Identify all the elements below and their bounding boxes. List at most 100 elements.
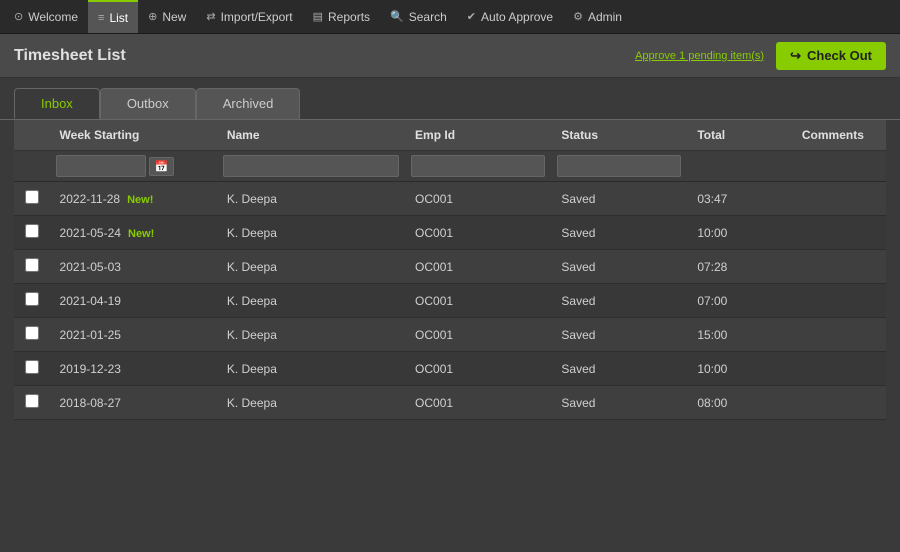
tab-outbox[interactable]: Outbox xyxy=(100,88,196,119)
row-week-starting: 2021-05-24 New! xyxy=(50,216,217,250)
nav-auto-approve[interactable]: ✔ Auto Approve xyxy=(457,0,563,33)
table-header-row: Week Starting Name Emp Id Status Total C… xyxy=(14,120,886,151)
row-week-starting: 2021-01-25 xyxy=(50,318,217,352)
nav-new[interactable]: ⊕ New xyxy=(138,0,196,33)
row-checkbox[interactable] xyxy=(25,360,39,374)
filter-status-cell xyxy=(551,151,687,182)
table-filter-row: 📅 xyxy=(14,151,886,182)
row-status: Saved xyxy=(551,216,687,250)
list-icon: ≡ xyxy=(98,12,104,24)
row-checkbox[interactable] xyxy=(25,292,39,306)
search-icon: 🔍 xyxy=(390,10,404,23)
filter-empid-input[interactable] xyxy=(411,155,545,177)
new-badge: New! xyxy=(125,228,154,240)
row-checkbox[interactable] xyxy=(25,394,39,408)
checkout-arrow-icon: ↪ xyxy=(790,48,801,64)
row-emp-id: OC001 xyxy=(405,284,551,318)
tab-outbox-label: Outbox xyxy=(127,96,169,111)
row-comments xyxy=(792,318,886,352)
checkout-button[interactable]: ↪ Check Out xyxy=(776,42,886,70)
row-name: K. Deepa xyxy=(217,284,405,318)
filter-total-cell xyxy=(687,151,792,182)
table-row: 2021-05-03K. DeepaOC001Saved07:28 xyxy=(14,250,886,284)
row-total: 10:00 xyxy=(687,216,792,250)
welcome-icon: ⊙ xyxy=(14,10,23,23)
row-comments xyxy=(792,352,886,386)
filter-name-input[interactable] xyxy=(223,155,399,177)
row-checkbox-cell xyxy=(14,182,50,216)
row-week-starting: 2021-04-19 xyxy=(50,284,217,318)
row-checkbox[interactable] xyxy=(25,258,39,272)
nav-list[interactable]: ≡ List xyxy=(88,0,138,33)
row-total: 08:00 xyxy=(687,386,792,420)
page-header: Timesheet List Approve 1 pending item(s)… xyxy=(0,34,900,78)
table-row: 2019-12-23K. DeepaOC001Saved10:00 xyxy=(14,352,886,386)
row-emp-id: OC001 xyxy=(405,216,551,250)
nav-welcome[interactable]: ⊙ Welcome xyxy=(4,0,88,33)
table-area: Week Starting Name Emp Id Status Total C… xyxy=(0,119,900,434)
nav-list-label: List xyxy=(109,11,128,25)
row-total: 15:00 xyxy=(687,318,792,352)
row-status: Saved xyxy=(551,284,687,318)
tab-archived[interactable]: Archived xyxy=(196,88,301,119)
nav-welcome-label: Welcome xyxy=(28,10,78,24)
approve-link[interactable]: Approve 1 pending item(s) xyxy=(635,50,764,62)
row-total: 07:00 xyxy=(687,284,792,318)
row-checkbox-cell xyxy=(14,318,50,352)
tab-inbox[interactable]: Inbox xyxy=(14,88,100,119)
col-comments-header: Comments xyxy=(792,120,886,151)
nav-new-label: New xyxy=(162,10,186,24)
row-emp-id: OC001 xyxy=(405,318,551,352)
auto-approve-icon: ✔ xyxy=(467,10,476,23)
row-week-starting: 2019-12-23 xyxy=(50,352,217,386)
nav-import-export-label: Import/Export xyxy=(221,10,293,24)
top-navigation: ⊙ Welcome ≡ List ⊕ New ⇄ Import/Export ▤… xyxy=(0,0,900,34)
admin-icon: ⚙ xyxy=(573,10,583,23)
row-status: Saved xyxy=(551,386,687,420)
table-row: 2021-01-25K. DeepaOC001Saved15:00 xyxy=(14,318,886,352)
row-status: Saved xyxy=(551,250,687,284)
row-total: 07:28 xyxy=(687,250,792,284)
row-checkbox-cell xyxy=(14,352,50,386)
row-week-starting: 2018-08-27 xyxy=(50,386,217,420)
row-comments xyxy=(792,386,886,420)
row-name: K. Deepa xyxy=(217,250,405,284)
nav-reports[interactable]: ▤ Reports xyxy=(303,0,380,33)
row-checkbox[interactable] xyxy=(25,224,39,238)
nav-import-export[interactable]: ⇄ Import/Export xyxy=(196,0,302,33)
row-name: K. Deepa xyxy=(217,386,405,420)
table-row: 2021-04-19K. DeepaOC001Saved07:00 xyxy=(14,284,886,318)
new-badge: New! xyxy=(124,194,153,206)
filter-comments-cell xyxy=(792,151,886,182)
nav-admin-label: Admin xyxy=(588,10,622,24)
col-status-header: Status xyxy=(551,120,687,151)
new-icon: ⊕ xyxy=(148,10,157,23)
nav-search[interactable]: 🔍 Search xyxy=(380,0,457,33)
row-name: K. Deepa xyxy=(217,182,405,216)
filter-select-cell xyxy=(14,151,50,182)
row-emp-id: OC001 xyxy=(405,386,551,420)
row-checkbox[interactable] xyxy=(25,326,39,340)
table-row: 2018-08-27K. DeepaOC001Saved08:00 xyxy=(14,386,886,420)
filter-empid-cell xyxy=(405,151,551,182)
row-week-starting: 2021-05-03 xyxy=(50,250,217,284)
tab-inbox-label: Inbox xyxy=(41,96,73,111)
checkout-label: Check Out xyxy=(807,48,872,63)
filter-week-input[interactable] xyxy=(56,155,146,177)
filter-name-cell xyxy=(217,151,405,182)
nav-search-label: Search xyxy=(409,10,447,24)
row-total: 03:47 xyxy=(687,182,792,216)
row-status: Saved xyxy=(551,318,687,352)
row-emp-id: OC001 xyxy=(405,352,551,386)
calendar-button[interactable]: 📅 xyxy=(149,157,175,176)
tabs-container: Inbox Outbox Archived xyxy=(0,78,900,119)
filter-status-input[interactable] xyxy=(557,155,681,177)
nav-admin[interactable]: ⚙ Admin xyxy=(563,0,632,33)
row-checkbox[interactable] xyxy=(25,190,39,204)
row-comments xyxy=(792,182,886,216)
col-week-header: Week Starting xyxy=(50,120,217,151)
col-total-header: Total xyxy=(687,120,792,151)
row-week-starting: 2022-11-28 New! xyxy=(50,182,217,216)
row-name: K. Deepa xyxy=(217,318,405,352)
nav-auto-approve-label: Auto Approve xyxy=(481,10,553,24)
